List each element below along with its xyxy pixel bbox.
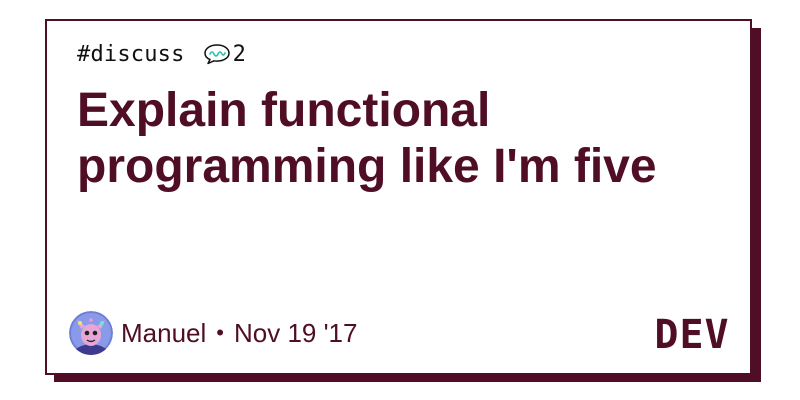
author-avatar[interactable] [69,311,113,355]
post-meta: #discuss 2 [77,40,246,68]
comments-indicator[interactable]: 2 [203,42,246,67]
post-title[interactable]: Explain functional programming like I'm … [77,83,717,195]
post-footer: Manuel • Nov 19 '17 DEV [69,311,734,355]
meta-separator: • [216,320,224,345]
post-card[interactable]: #discuss 2 Explain functional programmin… [45,19,752,375]
post-tag[interactable]: #discuss [77,42,185,67]
comment-count: 2 [232,41,246,67]
author-name[interactable]: Manuel [121,318,206,349]
comment-bubble-icon [203,44,230,65]
dev-logo-text: DEV [654,315,729,351]
dev-logo[interactable]: DEV [650,315,734,351]
post-date: Nov 19 '17 [233,317,358,348]
